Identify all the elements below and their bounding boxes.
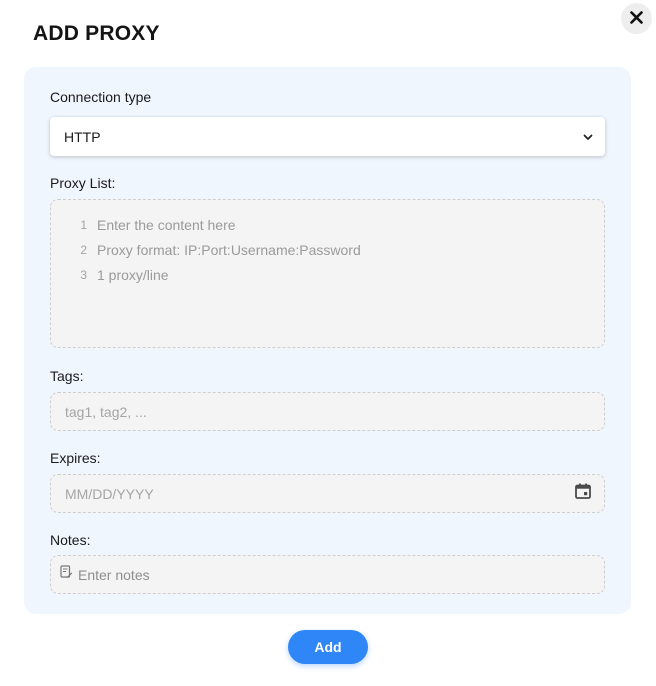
- expires-date-input[interactable]: MM/DD/YYYY: [50, 474, 605, 513]
- proxy-list-line: 3 1 proxy/line: [51, 262, 604, 287]
- connection-type-select[interactable]: HTTP: [50, 117, 605, 156]
- proxy-list-textarea[interactable]: 1 Enter the content here 2 Proxy format:…: [50, 199, 605, 348]
- connection-type-value: HTTP: [64, 128, 101, 145]
- notes-placeholder: Enter notes: [78, 566, 150, 583]
- calendar-icon[interactable]: [574, 482, 592, 505]
- tags-placeholder: tag1, tag2, ...: [65, 403, 147, 420]
- close-icon: [630, 10, 643, 27]
- line-number: 1: [80, 217, 87, 232]
- line-placeholder: 1 proxy/line: [97, 266, 169, 283]
- line-placeholder: Enter the content here: [97, 216, 236, 233]
- add-button[interactable]: Add: [288, 630, 368, 664]
- proxy-list-label: Proxy List:: [50, 175, 116, 191]
- edit-note-icon: [60, 565, 73, 584]
- line-number: 2: [80, 242, 87, 257]
- tags-input[interactable]: tag1, tag2, ...: [50, 392, 605, 431]
- expires-placeholder: MM/DD/YYYY: [65, 485, 154, 502]
- add-proxy-dialog: ADD PROXY Connection type HTTP Proxy Lis…: [0, 0, 656, 686]
- notes-input[interactable]: Enter notes: [50, 555, 605, 594]
- close-button[interactable]: [621, 3, 652, 34]
- expires-label: Expires:: [50, 450, 101, 466]
- form-panel: Connection type HTTP Proxy List: 1 Enter…: [24, 67, 631, 614]
- line-number: 3: [80, 267, 87, 282]
- tags-label: Tags:: [50, 368, 84, 384]
- connection-type-label: Connection type: [50, 89, 152, 105]
- proxy-list-line: 1 Enter the content here: [51, 212, 604, 237]
- proxy-list-line: 2 Proxy format: IP:Port:Username:Passwor…: [51, 237, 604, 262]
- chevron-down-icon: [583, 128, 593, 146]
- line-placeholder: Proxy format: IP:Port:Username:Password: [97, 241, 361, 258]
- dialog-title: ADD PROXY: [33, 22, 160, 45]
- notes-label: Notes:: [50, 532, 91, 548]
